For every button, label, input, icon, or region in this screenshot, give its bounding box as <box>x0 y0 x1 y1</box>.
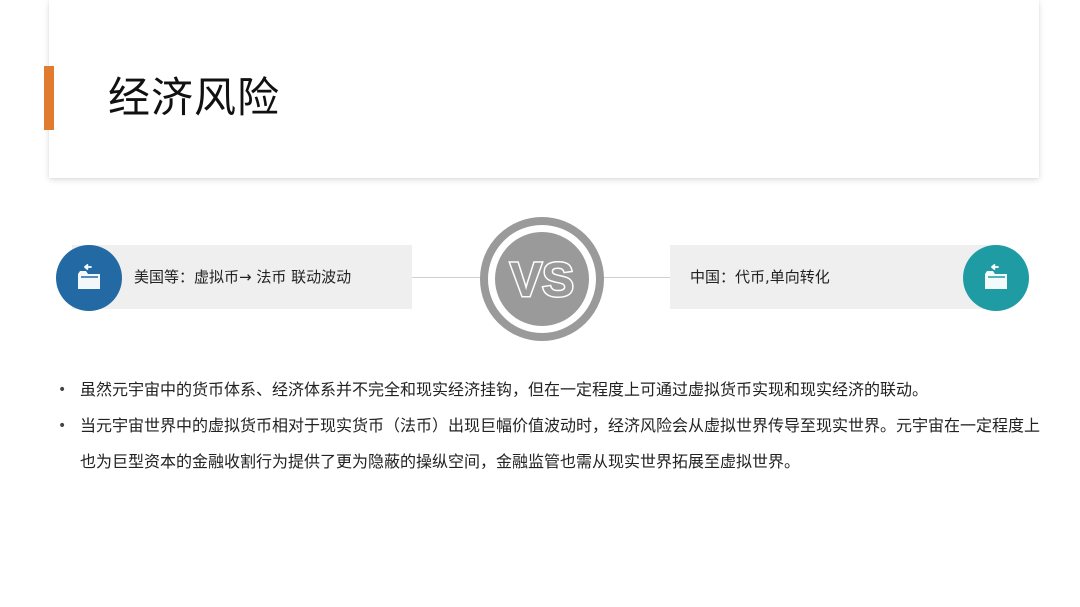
vs-badge: VS <box>480 217 604 341</box>
bullet-text: 当元宇宙世界中的虚拟货币相对于现实货币（法币）出现巨幅价值波动时，经济风险会从虚… <box>80 416 1041 471</box>
bullet-text: 虽然元宇宙中的货币体系、经济体系并不完全和现实经济挂钩，但在一定程度上可通过虚拟… <box>80 380 929 399</box>
title-accent-bar <box>44 66 54 130</box>
left-icon-badge <box>56 245 122 311</box>
page-title: 经济风险 <box>108 73 281 122</box>
bullet-item: • 虽然元宇宙中的货币体系、经济体系并不完全和现实经济挂钩，但在一定程度上可通过… <box>56 372 1046 408</box>
bullet-item: • 当元宇宙世界中的虚拟货币相对于现实货币（法币）出现巨幅价值波动时，经济风险会… <box>56 408 1046 480</box>
bullet-dot: • <box>58 418 67 434</box>
folder-icon <box>985 264 1007 289</box>
vs-label: VS <box>510 254 574 307</box>
comparison-left-panel: 美国等：虚拟币→ 法币 联动波动 <box>72 245 412 309</box>
bullet-dot: • <box>58 382 67 398</box>
comparison-right-text: 中国：代币,单向转化 <box>690 268 830 286</box>
comparison-left-text: 美国等：虚拟币→ 法币 联动波动 <box>134 268 352 286</box>
right-icon-badge <box>963 245 1029 311</box>
bullet-list: • 虽然元宇宙中的货币体系、经济体系并不完全和现实经济挂钩，但在一定程度上可通过… <box>56 372 1046 480</box>
comparison-right-panel: 中国：代币,单向转化 <box>670 245 1000 309</box>
folder-icon <box>78 264 100 289</box>
